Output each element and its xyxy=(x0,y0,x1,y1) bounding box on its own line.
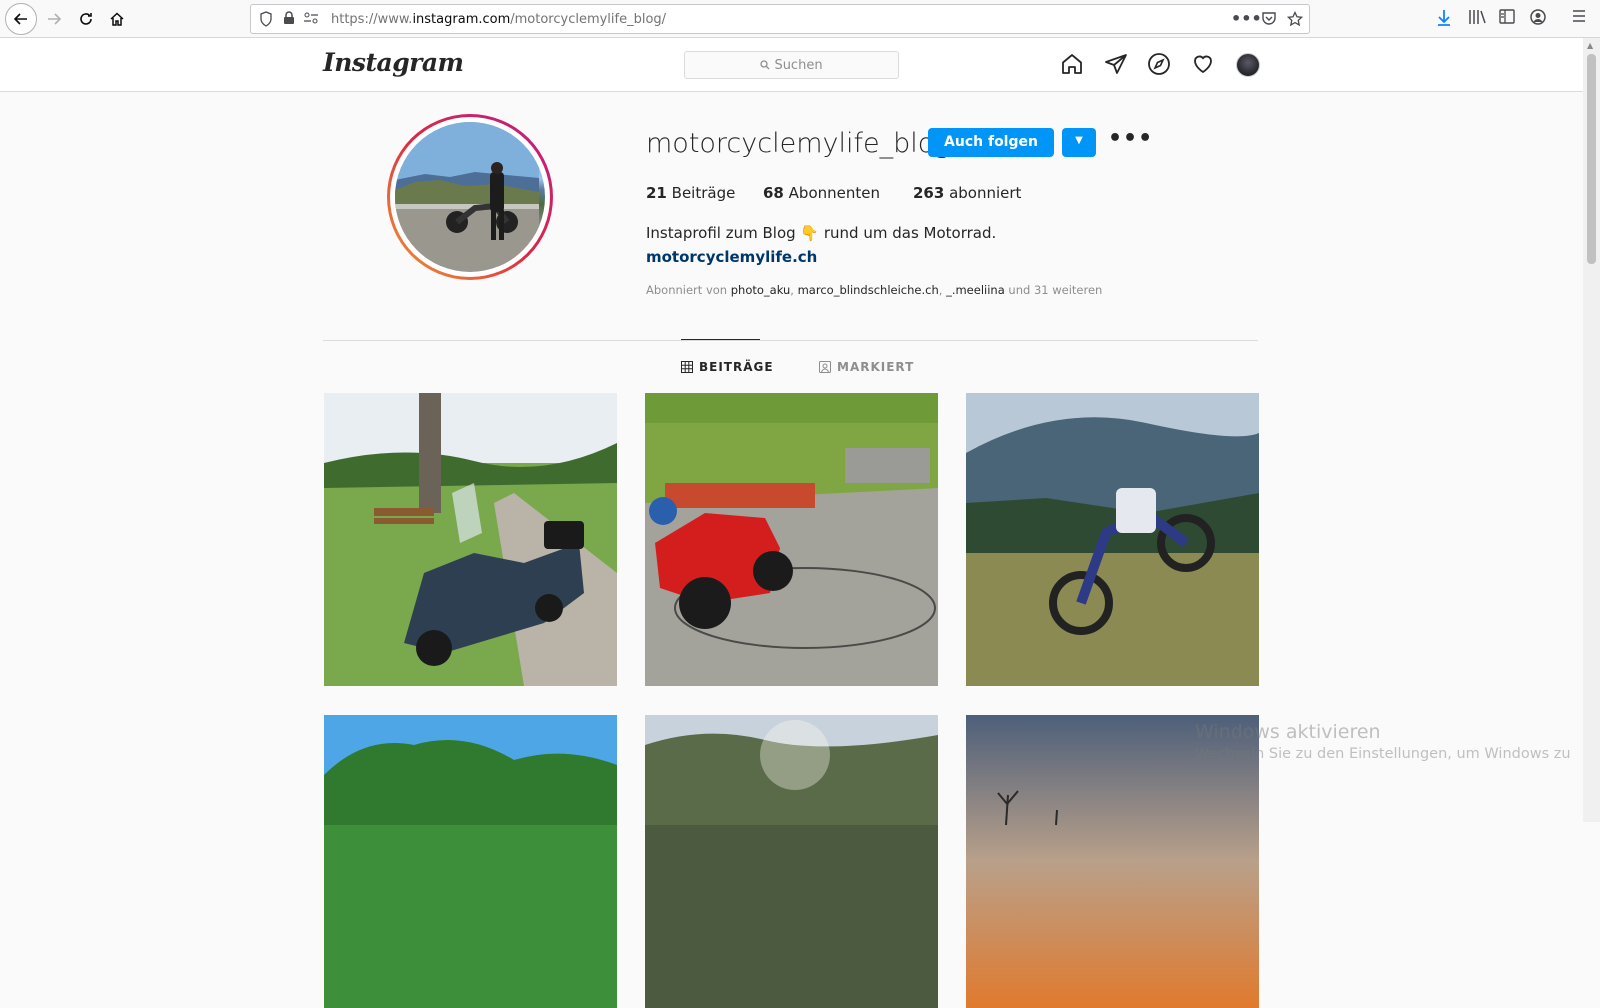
library-icon[interactable] xyxy=(1468,9,1486,29)
followed-by-prefix: Abonniert von xyxy=(646,283,728,297)
followers-count[interactable]: 68 Abonnenten xyxy=(763,184,880,202)
followers-count-value: 68 xyxy=(763,184,784,202)
search-icon xyxy=(760,60,770,70)
followed-by-user[interactable]: _.meeliina xyxy=(946,283,1005,297)
pocket-icon[interactable] xyxy=(1261,11,1277,30)
lock-icon[interactable] xyxy=(283,11,295,29)
profile-avatar-small[interactable] xyxy=(1236,53,1260,77)
tab-tagged-label: MARKIERT xyxy=(837,360,915,374)
tab-posts[interactable]: BEITRÄGE xyxy=(681,360,774,374)
followed-by: Abonniert von photo_aku, marco_blindschl… xyxy=(646,283,1103,297)
shield-icon[interactable] xyxy=(259,11,273,31)
url-path: /motorcyclemylife_blog/ xyxy=(510,12,667,27)
post-thumbnail[interactable] xyxy=(645,715,938,1008)
post-thumbnail[interactable] xyxy=(324,715,617,1008)
account-icon[interactable] xyxy=(1530,9,1546,29)
more-options-button[interactable]: ••• xyxy=(1108,126,1153,151)
post-image xyxy=(645,393,938,686)
post-image xyxy=(966,393,1259,686)
activity-heart-icon[interactable] xyxy=(1190,51,1216,77)
home-button[interactable] xyxy=(103,5,131,33)
grid-icon xyxy=(681,361,693,373)
page-actions-icon[interactable]: ••• xyxy=(1231,9,1262,28)
arrow-right-icon xyxy=(48,13,62,25)
following-count-label: abonniert xyxy=(949,184,1022,202)
follow-button[interactable]: Auch folgen xyxy=(928,128,1054,157)
tabs-divider xyxy=(323,340,1258,341)
post-thumbnail[interactable] xyxy=(966,393,1259,686)
following-count-value: 263 xyxy=(913,184,945,202)
search-input[interactable]: Suchen xyxy=(684,51,899,79)
tab-tagged[interactable]: MARKIERT xyxy=(819,360,914,374)
scrollbar-thumb[interactable] xyxy=(1587,54,1596,264)
post-image xyxy=(324,393,617,686)
search-placeholder: Suchen xyxy=(774,58,823,73)
profile-bio: Instaprofil zum Blog 👇 rund um das Motor… xyxy=(646,224,997,242)
profile-avatar[interactable] xyxy=(387,114,553,280)
post-thumbnail[interactable] xyxy=(645,393,938,686)
back-button[interactable] xyxy=(5,3,37,35)
url-text[interactable]: https://www.instagram.com/motorcyclemyli… xyxy=(331,12,666,27)
windows-activation-title: Windows aktivieren xyxy=(1195,721,1381,743)
posts-count-value: 21 xyxy=(646,184,667,202)
forward-button[interactable] xyxy=(40,5,68,33)
following-count[interactable]: 263 abonniert xyxy=(913,184,1021,202)
direct-message-icon[interactable] xyxy=(1103,51,1129,77)
active-tab-indicator xyxy=(681,339,760,340)
instagram-logo[interactable]: Instagram xyxy=(323,48,464,77)
page-scrollbar[interactable]: ▲ xyxy=(1583,38,1600,822)
menu-icon[interactable] xyxy=(1572,9,1586,27)
followers-count-label: Abonnenten xyxy=(788,184,880,202)
reload-icon xyxy=(80,13,92,25)
profile-website-link[interactable]: motorcyclemylife.ch xyxy=(646,248,817,266)
home-nav-icon[interactable] xyxy=(1059,51,1085,77)
bookmark-star-icon[interactable] xyxy=(1286,10,1304,31)
posts-count-label: Beiträge xyxy=(671,184,736,202)
address-bar[interactable]: https://www.instagram.com/motorcyclemyli… xyxy=(250,4,1310,34)
profile-photo xyxy=(395,122,545,272)
explore-icon[interactable] xyxy=(1146,51,1172,77)
url-prefix: https://www. xyxy=(331,12,413,27)
post-image xyxy=(324,715,617,1008)
arrow-left-icon xyxy=(13,13,27,25)
followed-by-suffix[interactable]: und 31 weiteren xyxy=(1008,283,1102,297)
post-thumbnail[interactable] xyxy=(324,393,617,686)
downloads-icon[interactable] xyxy=(1436,9,1452,31)
caret-down-icon: ▼ xyxy=(1075,135,1083,146)
url-domain: instagram.com xyxy=(412,12,511,27)
suggestions-dropdown-button[interactable]: ▼ xyxy=(1062,128,1096,157)
post-image xyxy=(645,715,938,1008)
tab-posts-label: BEITRÄGE xyxy=(699,360,774,374)
browser-toolbar: https://www.instagram.com/motorcyclemyli… xyxy=(0,0,1600,38)
sidebar-icon[interactable] xyxy=(1499,9,1515,28)
profile-username: motorcyclemylife_blog xyxy=(646,128,951,159)
posts-count: 21 Beiträge xyxy=(646,184,735,202)
reload-button[interactable] xyxy=(72,5,100,33)
tagged-icon xyxy=(819,361,831,373)
scroll-up-icon[interactable]: ▲ xyxy=(1587,41,1593,50)
instagram-header: Instagram Suchen xyxy=(0,38,1583,92)
followed-by-user[interactable]: marco_blindschleiche.ch xyxy=(798,283,939,297)
followed-by-user[interactable]: photo_aku xyxy=(731,283,791,297)
home-icon xyxy=(110,12,124,26)
permissions-icon[interactable] xyxy=(303,11,319,29)
windows-activation-subtitle: Wechseln Sie zu den Einstellungen, um Wi… xyxy=(1195,746,1571,762)
